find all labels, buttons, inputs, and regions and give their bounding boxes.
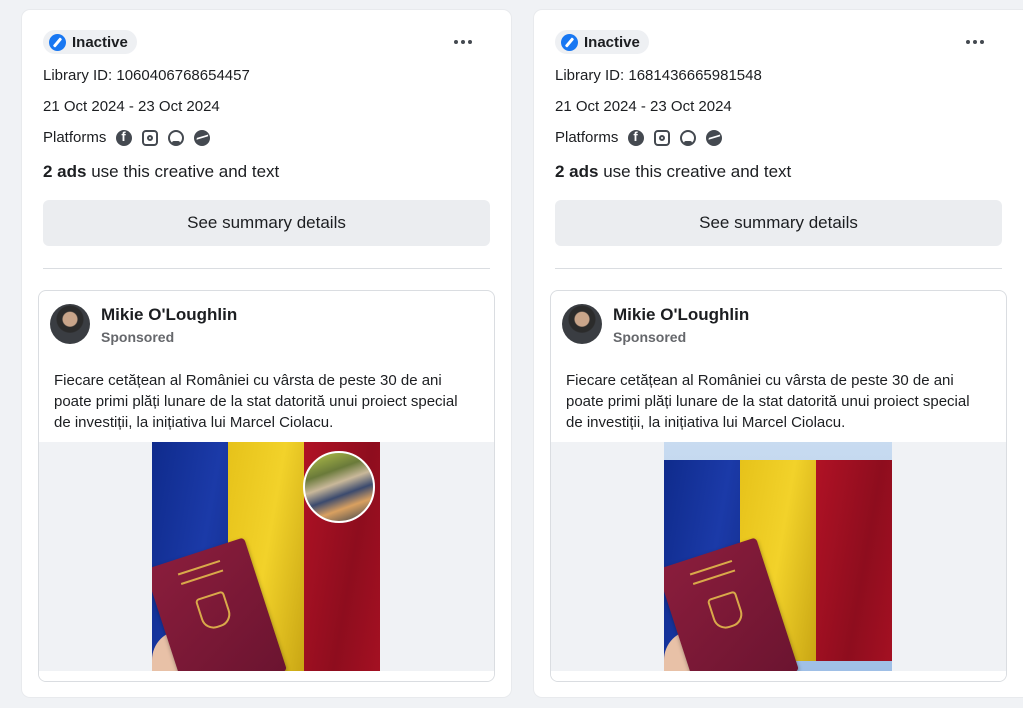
ads-count-suffix: use this creative and text bbox=[91, 162, 280, 181]
date-range: 21 Oct 2024 - 23 Oct 2024 bbox=[555, 98, 732, 115]
ads-count: 2 ads bbox=[555, 162, 599, 181]
ads-count: 2 ads bbox=[43, 162, 87, 181]
divider bbox=[43, 268, 490, 269]
ad-image[interactable] bbox=[664, 442, 892, 671]
platforms-row: Platforms bbox=[43, 129, 211, 146]
status-badge: Inactive bbox=[555, 30, 649, 54]
ad-media[interactable] bbox=[39, 442, 494, 671]
divider bbox=[555, 268, 1002, 269]
ad-media[interactable] bbox=[551, 442, 1006, 671]
ad-preview[interactable]: Mikie O'Loughlin Sponsored Fiecare cetăț… bbox=[38, 290, 495, 682]
platforms-label: Platforms bbox=[43, 129, 107, 146]
status-badge: Inactive bbox=[43, 30, 137, 54]
ad-image[interactable] bbox=[152, 442, 380, 671]
ads-count-text: 2 ads use this creative and text bbox=[555, 162, 791, 182]
audience-network-icon bbox=[680, 129, 697, 146]
see-summary-details-button[interactable]: See summary details bbox=[555, 200, 1002, 246]
page-name[interactable]: Mikie O'Loughlin bbox=[101, 305, 237, 325]
ad-body-text: Fiecare cetățean al României cu vârsta d… bbox=[54, 372, 458, 431]
audience-network-icon bbox=[168, 129, 185, 146]
ad-card: Inactive Library ID: 1681436665981548 21… bbox=[534, 10, 1023, 697]
avatar[interactable] bbox=[562, 304, 602, 344]
more-options-button[interactable] bbox=[450, 34, 476, 50]
see-summary-details-button[interactable]: See summary details bbox=[43, 200, 490, 246]
messenger-icon bbox=[706, 129, 723, 146]
inactive-status-icon bbox=[561, 33, 578, 51]
avatar[interactable] bbox=[50, 304, 90, 344]
instagram-icon bbox=[142, 129, 159, 146]
ellipsis-icon bbox=[454, 40, 458, 44]
library-id: Library ID: 1060406768654457 bbox=[43, 67, 250, 84]
page-name[interactable]: Mikie O'Loughlin bbox=[613, 305, 749, 325]
facebook-icon bbox=[628, 129, 645, 146]
instagram-icon bbox=[654, 129, 671, 146]
inactive-status-icon bbox=[49, 33, 66, 51]
status-label: Inactive bbox=[72, 33, 128, 51]
money-inset-image bbox=[303, 451, 375, 523]
ads-count-text: 2 ads use this creative and text bbox=[43, 162, 279, 182]
ad-preview[interactable]: Mikie O'Loughlin Sponsored Fiecare cetăț… bbox=[550, 290, 1007, 682]
sponsored-label: Sponsored bbox=[101, 329, 175, 345]
date-range: 21 Oct 2024 - 23 Oct 2024 bbox=[43, 98, 220, 115]
platforms-label: Platforms bbox=[555, 129, 619, 146]
messenger-icon bbox=[194, 129, 211, 146]
ads-count-suffix: use this creative and text bbox=[603, 162, 792, 181]
platforms-row: Platforms bbox=[555, 129, 723, 146]
ellipsis-icon bbox=[966, 40, 970, 44]
facebook-icon bbox=[116, 129, 133, 146]
ad-body-text: Fiecare cetățean al României cu vârsta d… bbox=[566, 372, 970, 431]
sponsored-label: Sponsored bbox=[613, 329, 687, 345]
more-options-button[interactable] bbox=[962, 34, 988, 50]
ad-card: Inactive Library ID: 1060406768654457 21… bbox=[22, 10, 511, 697]
library-id: Library ID: 1681436665981548 bbox=[555, 67, 762, 84]
status-label: Inactive bbox=[584, 33, 640, 51]
